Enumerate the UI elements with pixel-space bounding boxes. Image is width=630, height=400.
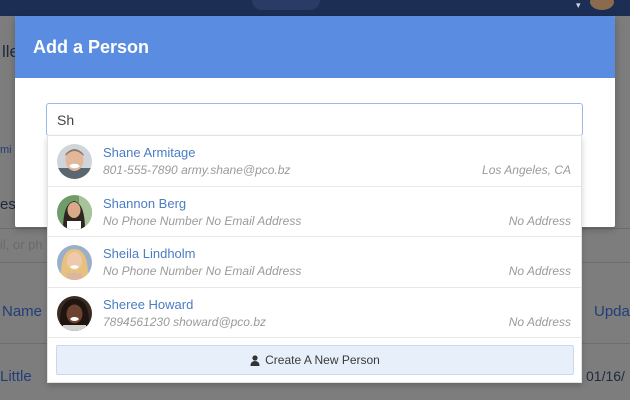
table-row-name: Little bbox=[0, 368, 32, 385]
avatar-sheila-lindholm-icon bbox=[57, 245, 92, 280]
column-header-updated: Upda bbox=[594, 303, 630, 320]
result-email: showard@pco.bz bbox=[173, 314, 266, 329]
result-location: Los Angeles, CA bbox=[482, 163, 571, 177]
result-phone: 7894561230 bbox=[103, 314, 170, 329]
result-phone: 801-555-7890 bbox=[103, 163, 178, 177]
result-name[interactable]: Sheree Howard bbox=[103, 297, 193, 312]
result-email: army.shane@pco.bz bbox=[181, 163, 291, 177]
search-result-item[interactable]: Sheree Howard 7894561230 showard@pco.bz … bbox=[48, 288, 581, 338]
search-results-dropdown: Shane Armitage 801-555-7890 army.shane@p… bbox=[47, 135, 582, 383]
search-placeholder-fragment: il, or ph bbox=[0, 237, 43, 252]
sidebar-fragment: es bbox=[0, 196, 16, 213]
chevron-down-icon: ▾ bbox=[576, 0, 581, 10]
result-contact: 7894561230 showard@pco.bz bbox=[103, 315, 266, 329]
modal-title: Add a Person bbox=[33, 36, 150, 57]
person-search-input[interactable] bbox=[46, 103, 583, 136]
result-location: No Address bbox=[508, 314, 571, 329]
search-result-item[interactable]: Shannon Berg No Phone Number No Email Ad… bbox=[48, 187, 581, 237]
modal-header: Add a Person bbox=[15, 16, 615, 78]
create-new-person-button[interactable]: Create A New Person bbox=[56, 345, 574, 375]
result-contact: No Phone Number No Email Address bbox=[103, 264, 301, 278]
app-nav-pill bbox=[252, 0, 320, 10]
search-result-item[interactable]: Shane Armitage 801-555-7890 army.shane@p… bbox=[48, 136, 581, 187]
result-location: No Address bbox=[508, 264, 571, 278]
user-avatar bbox=[590, 0, 614, 10]
avatar-shane-armitage-icon bbox=[57, 144, 92, 179]
result-name[interactable]: Shannon Berg bbox=[103, 196, 186, 211]
result-phone: No Phone Number bbox=[103, 213, 203, 228]
result-phone: No Phone Number bbox=[103, 264, 203, 278]
result-contact: No Phone Number No Email Address bbox=[103, 214, 301, 228]
search-result-item[interactable]: Sheila Lindholm No Phone Number No Email… bbox=[48, 237, 581, 288]
sidebar-fragment: mi bbox=[0, 144, 12, 156]
result-name[interactable]: Shane Armitage bbox=[103, 145, 196, 160]
result-location: No Address bbox=[508, 213, 571, 228]
result-contact: 801-555-7890 army.shane@pco.bz bbox=[103, 163, 290, 177]
result-email: No Email Address bbox=[205, 264, 302, 278]
avatar-sheree-howard-icon bbox=[57, 295, 92, 331]
column-header-name: Name bbox=[2, 303, 43, 320]
create-new-person-label: Create A New Person bbox=[265, 353, 380, 367]
result-email: No Email Address bbox=[205, 213, 302, 228]
result-name[interactable]: Sheila Lindholm bbox=[103, 246, 196, 261]
table-row-date: 01/16/ bbox=[586, 368, 625, 384]
app-top-bar: ▾ bbox=[0, 0, 630, 16]
person-icon bbox=[250, 354, 260, 366]
avatar-shannon-berg-icon bbox=[57, 194, 92, 230]
